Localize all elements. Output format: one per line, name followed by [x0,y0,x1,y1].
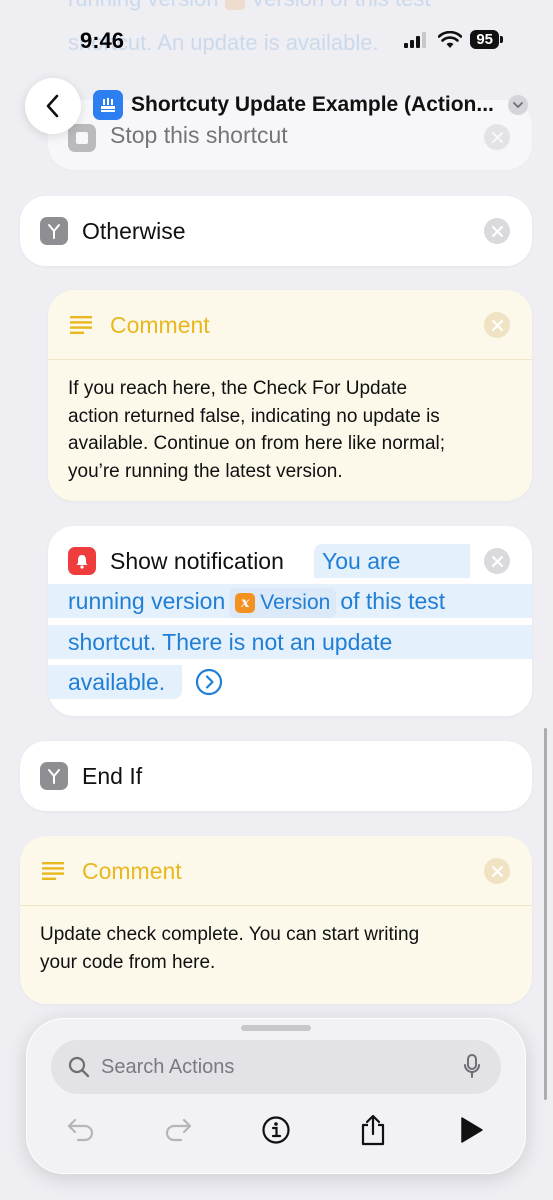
expand-options-button[interactable] [195,668,223,696]
panel-grabber[interactable] [241,1025,311,1031]
close-icon [491,131,503,143]
version-variable[interactable]: x Version [229,587,337,618]
info-icon [262,1116,290,1144]
microphone-icon[interactable] [463,1054,481,1080]
redo-button[interactable] [158,1110,198,1150]
comment-action[interactable]: Comment If you reach here, the Check For… [48,290,532,501]
status-bar: 9:46 95 [0,0,553,80]
comment-label: Comment [110,312,210,338]
comment-lines-icon [42,862,64,880]
notification-bell-icon [68,547,96,575]
signal-icon [404,31,427,48]
comment-lines-icon [70,316,92,334]
status-icons: 95 [404,30,503,49]
remove-action-button[interactable] [484,548,510,574]
run-button[interactable] [451,1110,491,1150]
chevron-circle-right-icon [195,668,223,696]
actions-panel [26,1018,526,1174]
status-time: 9:46 [80,28,125,53]
notification-text-line[interactable]: shortcut. There is not an update [48,625,532,659]
undo-icon [67,1118,94,1142]
branch-icon [40,217,68,245]
action-label: Otherwise [82,218,186,244]
redo-icon [165,1118,192,1142]
action-label: Show notification [110,548,284,574]
back-button[interactable] [25,78,81,134]
play-icon [461,1117,483,1143]
battery-indicator: 95 [470,30,503,49]
shortcut-title: Shortcuty Update Example (Action... [131,93,494,116]
info-button[interactable] [256,1110,296,1150]
comment-text[interactable]: If you reach here, the Check For Update … [68,375,445,485]
otherwise-action[interactable]: Otherwise [20,196,532,266]
close-icon [491,555,503,567]
chevron-left-icon [46,94,59,118]
action-label: Stop this shortcut [110,122,288,148]
remove-action-button[interactable] [484,312,510,338]
notification-text-line[interactable]: available. [48,665,182,699]
comment-label: Comment [82,858,182,884]
variable-icon: x [235,592,256,613]
stop-icon [68,124,96,152]
chevron-down-icon[interactable] [507,95,528,115]
search-bar[interactable] [51,1040,501,1094]
share-icon [361,1114,385,1146]
search-input[interactable] [101,1040,441,1094]
scrollbar[interactable] [544,728,547,1100]
show-notification-action[interactable]: Show notification You are running versio… [48,526,532,716]
comment-header: Comment [48,290,532,360]
undo-button[interactable] [61,1110,101,1150]
shortcut-title-button[interactable]: Shortcuty Update Example (Action... [93,90,528,120]
remove-action-button[interactable] [484,124,510,150]
share-button[interactable] [353,1110,393,1150]
remove-action-button[interactable] [484,218,510,244]
wifi-icon [438,30,463,48]
comment-text[interactable]: Update check complete. You can start wri… [40,921,419,976]
action-label: End If [82,763,143,789]
shortcut-app-icon [93,90,123,120]
comment-action[interactable]: Comment Update check complete. You can s… [20,836,532,1004]
remove-action-button[interactable] [484,858,510,884]
notification-text-field[interactable]: You are [314,544,470,578]
notification-text-line[interactable]: running version x Version of this test [48,584,532,618]
end-if-action[interactable]: End If [20,741,532,811]
close-icon [491,865,503,877]
comment-header: Comment [20,836,532,906]
close-icon [491,225,503,237]
close-icon [491,319,503,331]
branch-icon [40,762,68,790]
search-icon [68,1056,90,1078]
